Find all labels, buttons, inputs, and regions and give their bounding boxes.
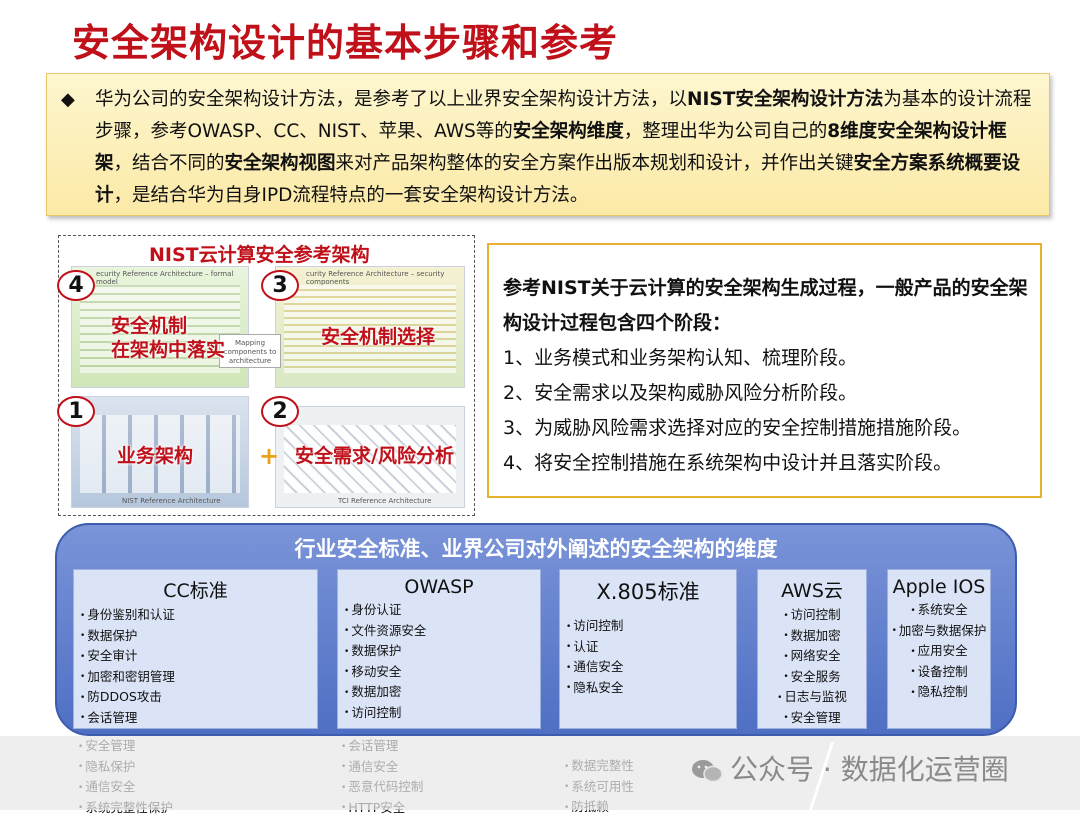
intro-segment: ，结合不同的 [114, 153, 225, 174]
list-item: 会话管理 [80, 708, 317, 729]
list-item: 安全服务 [758, 667, 866, 688]
list-item: 设备控制 [888, 662, 990, 683]
diamond-bullet-icon: ◆ [61, 84, 75, 116]
list-item: 身份认证 [344, 600, 540, 621]
card-apple-ios: Apple IOS系统安全加密与数据保护应用安全设备控制隐私控制 [887, 569, 991, 729]
card-items: 访问控制数据加密网络安全安全服务日志与监视安全管理 [758, 605, 866, 728]
intro-emphasis: 安全架构视图 [225, 153, 336, 174]
watermark: 公众号 · 数据化运营圈 [690, 748, 1009, 788]
panel-caption: TCI Reference Architecture [338, 497, 431, 505]
list-item: 移动安全 [344, 662, 540, 683]
list-item: 数据加密 [758, 626, 866, 647]
dimensions-title: 行业安全标准、业界公司对外阐述的安全架构的维度 [57, 533, 1015, 563]
intro-segment: 来对产品架构整体的安全方案作出版本规划和设计，并作出关键 [336, 153, 854, 174]
intro-segment: 华为公司的安全架构设计方法，是参考了以上业界安全架构设计方法，以 [95, 89, 687, 110]
plus-icon: + [259, 442, 279, 470]
list-item: 通信安全 [566, 657, 736, 678]
card-title: X.805标准 [560, 576, 736, 606]
intro-emphasis: 安全架构维度 [513, 121, 624, 142]
step-3-label: 安全机制选择 [321, 322, 435, 349]
card-title: CC标准 [74, 576, 317, 603]
step-4-badge: 4 [57, 270, 95, 301]
list-item: 隐私控制 [888, 682, 990, 703]
wechat-icon [690, 758, 724, 784]
list-item: 访问控制 [566, 616, 736, 637]
list-item: 访问控制 [758, 605, 866, 626]
intro-text: 华为公司的安全架构设计方法，是参考了以上业界安全架构设计方法，以NIST安全架构… [95, 89, 1031, 206]
list-item: 数据加密 [344, 682, 540, 703]
step-2-badge: 2 [261, 396, 299, 427]
card-items: 身份鉴别和认证数据保护安全审计加密和密钥管理防DDOS攻击会话管理 [74, 605, 317, 728]
card-x805: X.805标准访问控制认证通信安全隐私安全 [559, 569, 737, 729]
panel-caption: NIST Reference Architecture [122, 497, 221, 505]
intro-box: ◆ 华为公司的安全架构设计方法，是参考了以上业界安全架构设计方法，以NIST安全… [46, 73, 1050, 216]
watermark-text: 公众号 · 数据化运营圈 [730, 753, 1009, 786]
page-title: 安全架构设计的基本步骤和参考 [72, 12, 618, 67]
mapping-arrow: Mapping components to architecture [219, 334, 281, 368]
list-item: 身份鉴别和认证 [80, 605, 317, 626]
list-item: 加密与数据保护 [888, 621, 990, 642]
list-item: 文件资源安全 [344, 621, 540, 642]
card-cc: CC标准身份鉴别和认证数据保护安全审计加密和密钥管理防DDOS攻击会话管理 [73, 569, 318, 729]
phases-box: 参考NIST关于云计算的安全架构生成过程，一般产品的安全架构设计过程包含四个阶段… [487, 243, 1042, 498]
list-item: 隐私安全 [566, 678, 736, 699]
card-title: OWASP [338, 576, 540, 598]
list-item: 系统安全 [888, 600, 990, 621]
card-items: 访问控制认证通信安全隐私安全 [560, 616, 736, 698]
phase-item: 3、为威胁风险需求选择对应的安全控制措施措施阶段。 [503, 411, 1028, 446]
nist-diagram: NIST云计算安全参考架构 ecurity Reference Architec… [58, 235, 475, 516]
list-item: 数据保护 [344, 641, 540, 662]
list-item: 日志与监视 [758, 687, 866, 708]
list-item: 访问控制 [344, 703, 540, 724]
card-aws: AWS云访问控制数据加密网络安全安全服务日志与监视安全管理 [757, 569, 867, 729]
list-item: 安全审计 [80, 646, 317, 667]
list-item: 网络安全 [758, 646, 866, 667]
phase-item: 2、安全需求以及架构威胁风险分析阶段。 [503, 376, 1028, 411]
intro-segment: ，整理出华为公司自己的 [624, 121, 828, 142]
step-1-label: 业务架构 [117, 441, 193, 468]
phases-heading: 参考NIST关于云计算的安全架构生成过程，一般产品的安全架构设计过程包含四个阶段… [503, 271, 1028, 341]
list-item: 防DDOS攻击 [80, 687, 317, 708]
step-1-badge: 1 [57, 396, 95, 427]
phase-item: 4、将安全控制措施在系统架构中设计并且落实阶段。 [503, 446, 1028, 481]
intro-emphasis: NIST安全架构设计方法 [687, 89, 883, 110]
list-item: 数据保护 [80, 626, 317, 647]
list-item: 加密和密钥管理 [80, 667, 317, 688]
step-3-badge: 3 [261, 270, 299, 301]
dimensions-panel: 行业安全标准、业界公司对外阐述的安全架构的维度 CC标准身份鉴别和认证数据保护安… [55, 523, 1017, 736]
step-2-label: 安全需求/风险分析 [295, 441, 454, 468]
intro-segment: ，是结合华为自身IPD流程特点的一套安全架构设计方法。 [114, 185, 589, 206]
diagram-title: NIST云计算安全参考架构 [149, 240, 370, 267]
panel-caption: ecurity Reference Architecture – formal … [96, 270, 248, 286]
card-items: 身份认证文件资源安全数据保护移动安全数据加密访问控制 [338, 600, 540, 723]
panel-caption: curity Reference Architecture – security… [306, 270, 464, 286]
card-owasp: OWASP身份认证文件资源安全数据保护移动安全数据加密访问控制 [337, 569, 541, 729]
card-title: Apple IOS [888, 576, 990, 598]
card-items: 系统安全加密与数据保护应用安全设备控制隐私控制 [888, 600, 990, 703]
phase-item: 1、业务模式和业务架构认知、梳理阶段。 [503, 341, 1028, 376]
list-item: 认证 [566, 637, 736, 658]
card-title: AWS云 [758, 576, 866, 603]
list-item: 应用安全 [888, 641, 990, 662]
list-item: 安全管理 [758, 708, 866, 729]
step-4-label: 安全机制 在架构中落实 [111, 314, 225, 362]
